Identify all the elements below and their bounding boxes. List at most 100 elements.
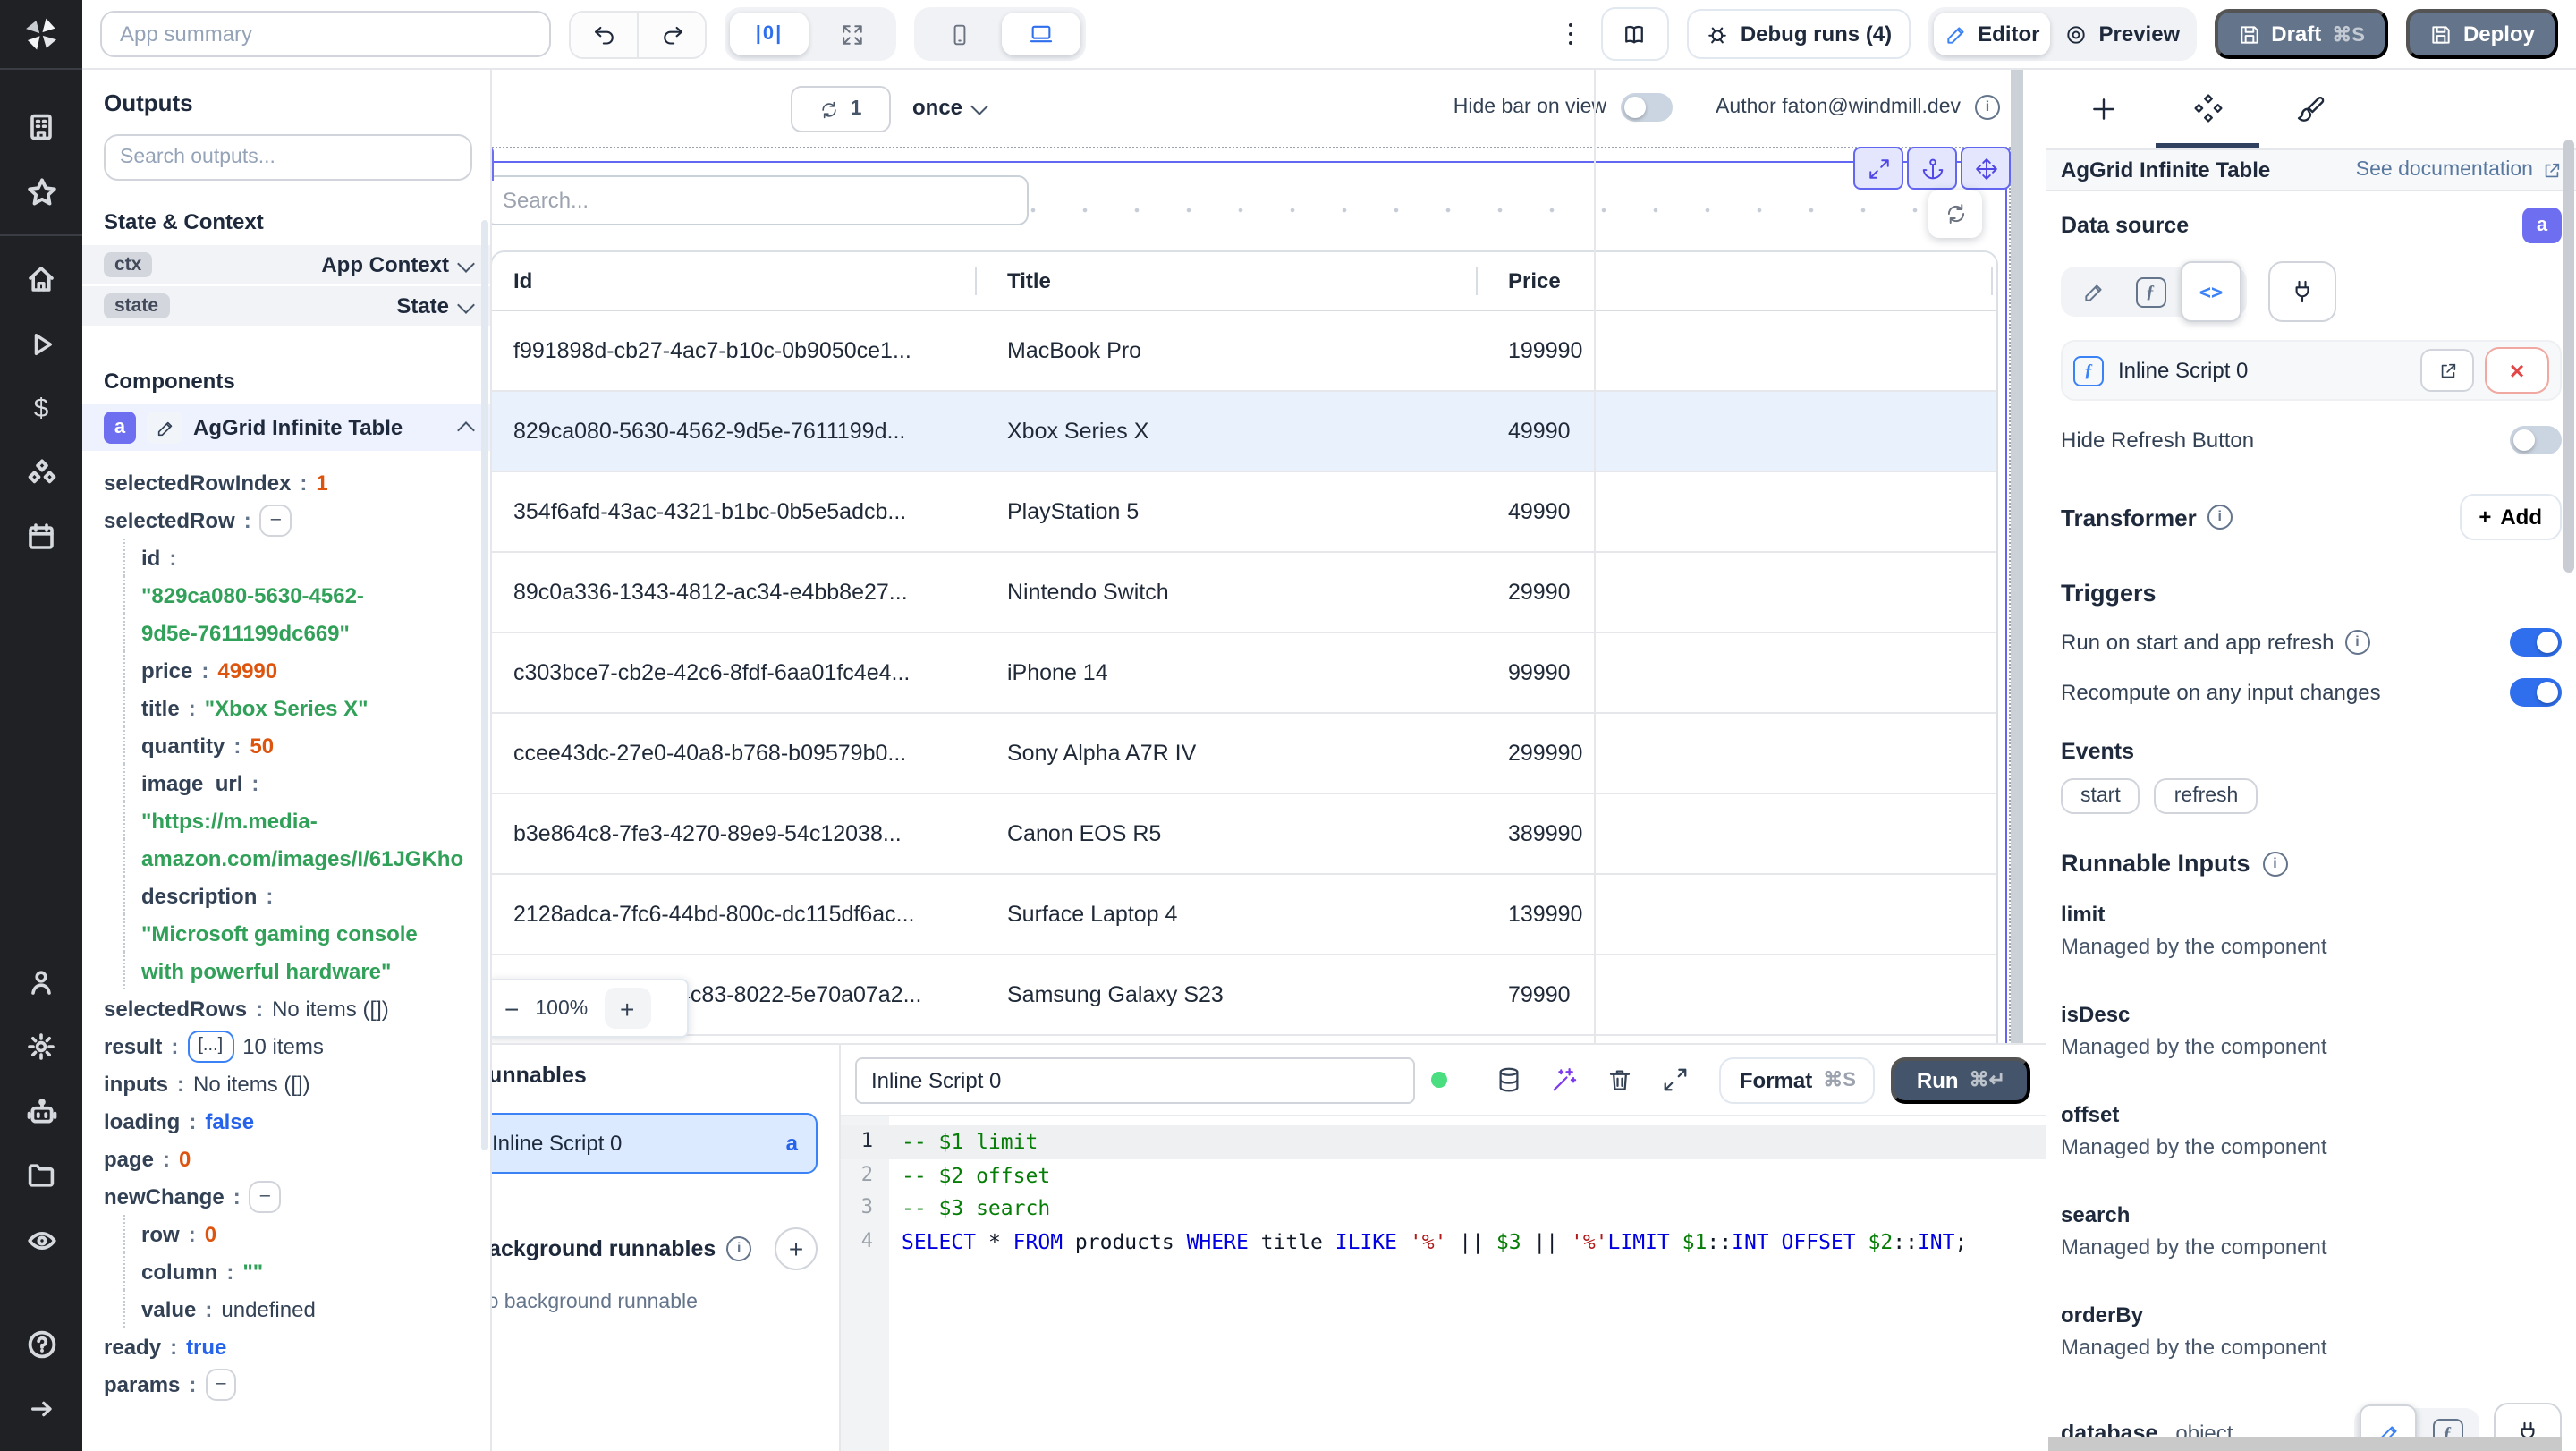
- output-tree-row[interactable]: with powerful hardware": [123, 952, 472, 989]
- windmill-logo-icon[interactable]: [0, 0, 82, 70]
- event-chip-refresh[interactable]: refresh: [2154, 778, 2258, 814]
- center-layout-button[interactable]: |0|: [730, 13, 809, 55]
- run-button[interactable]: Run ⌘↵: [1891, 1056, 2030, 1103]
- app-summary-input[interactable]: [100, 11, 551, 57]
- table-row[interactable]: c303bce7-cb2e-42c6-8fdf-6aa01fc4e4... iPh…: [492, 633, 1996, 714]
- component-expand-button[interactable]: [1853, 147, 1903, 190]
- event-chip-start[interactable]: start: [2061, 778, 2140, 814]
- output-tree-row[interactable]: "829ca080-5630-4562-: [123, 576, 472, 614]
- tab-styling[interactable]: [2275, 68, 2347, 148]
- home-icon[interactable]: [0, 247, 82, 311]
- runnable-mode-button[interactable]: <>: [2181, 261, 2241, 322]
- user-icon[interactable]: [0, 950, 82, 1014]
- output-tree-row[interactable]: image_url:: [123, 764, 472, 802]
- output-tree-row[interactable]: selectedRowIndex:1: [104, 463, 472, 501]
- output-tree-row[interactable]: title: "Xbox Series X": [123, 689, 472, 726]
- output-tree-row[interactable]: id:: [123, 539, 472, 576]
- run-on-start-toggle[interactable]: [2510, 628, 2562, 657]
- component-refresh-button[interactable]: [1928, 190, 1982, 238]
- info-icon[interactable]: i: [2207, 505, 2233, 530]
- tab-editor[interactable]: Editor: [1933, 13, 2051, 55]
- output-tree-row[interactable]: price:49990: [123, 651, 472, 689]
- component-move-button[interactable]: [1961, 147, 2011, 190]
- debug-runs-button[interactable]: Debug runs (4): [1686, 9, 1911, 59]
- mobile-view-button[interactable]: [919, 13, 998, 55]
- output-tree-row[interactable]: result: [...] 10 items: [104, 1027, 472, 1065]
- table-row[interactable]: 829ca080-5630-4562-9d5e-7611199d... Xbox …: [492, 392, 1996, 472]
- deploy-button[interactable]: Deploy: [2405, 9, 2558, 59]
- calendar-icon[interactable]: [0, 505, 82, 569]
- info-icon[interactable]: i: [2262, 851, 2288, 876]
- outputs-search-input[interactable]: [104, 134, 472, 181]
- table-row[interactable]: 89c0a336-1343-4812-ac34-e4bb8e27... Ninte…: [492, 553, 1996, 633]
- settings-horizontal-scrollbar[interactable]: [2048, 1437, 2562, 1451]
- cubes-icon[interactable]: [0, 440, 82, 505]
- static-mode-button[interactable]: [2066, 272, 2120, 311]
- delete-script-button[interactable]: [1599, 1066, 1639, 1093]
- column-header[interactable]: Price: [1476, 268, 1991, 293]
- output-tree-row[interactable]: 9d5e-7611199dc669": [123, 614, 472, 651]
- output-tree-row[interactable]: inputs: No items ([]): [104, 1065, 472, 1102]
- fullwidth-layout-button[interactable]: [812, 13, 891, 55]
- output-tree-row[interactable]: amazon.com/images/I/61JGKho: [123, 839, 472, 877]
- gear-icon[interactable]: [0, 1014, 82, 1079]
- eval-mode-button[interactable]: ƒ: [2123, 272, 2177, 311]
- undo-button[interactable]: [571, 12, 637, 56]
- help-icon[interactable]: [0, 1311, 82, 1376]
- data-source-script-row[interactable]: ƒ Inline Script 0 ×: [2061, 340, 2562, 401]
- schedule-dropdown[interactable]: once: [912, 86, 988, 129]
- output-tree-row[interactable]: loading: false: [104, 1102, 472, 1140]
- ctx-row[interactable]: ctx App Context: [82, 245, 490, 284]
- building-icon[interactable]: [0, 95, 82, 159]
- column-header[interactable]: Title: [975, 268, 1476, 293]
- dollar-icon[interactable]: $: [0, 376, 82, 440]
- table-row[interactable]: b3e864c8-7fe3-4270-89e9-54c12038... Canon…: [492, 794, 1996, 875]
- docs-button[interactable]: [1600, 7, 1669, 61]
- code-line[interactable]: 1 -- $1 limit: [841, 1125, 2046, 1158]
- table-row[interactable]: 2128adca-7fc6-44bd-800c-dc115df6ac... Sur…: [492, 875, 1996, 955]
- output-tree-row[interactable]: selectedRow: –: [104, 501, 472, 539]
- code-line[interactable]: 4 SELECT * FROM products WHERE title ILIK…: [841, 1225, 2046, 1258]
- output-tree-row[interactable]: column: "": [123, 1252, 472, 1290]
- table-search-input[interactable]: [485, 175, 1029, 225]
- output-tree-row[interactable]: row:0: [123, 1215, 472, 1252]
- output-tree-row[interactable]: "Microsoft gaming console: [123, 914, 472, 952]
- hide-refresh-toggle[interactable]: [2510, 426, 2562, 454]
- more-menu-button[interactable]: [1558, 22, 1583, 46]
- settings-scrollbar[interactable]: [2563, 140, 2574, 573]
- add-transformer-button[interactable]: + Add: [2459, 494, 2562, 540]
- code-line[interactable]: 2 -- $2 offset: [841, 1158, 2046, 1192]
- zoom-in-button[interactable]: +: [604, 988, 651, 1029]
- output-tree-row[interactable]: "https://m.media-: [123, 802, 472, 839]
- desktop-view-button[interactable]: [1002, 13, 1080, 55]
- draft-button[interactable]: Draft ⌘S: [2214, 9, 2388, 59]
- code-editor[interactable]: 1 -- $1 limit 2 -- $2 offset 3 -- $3 search 4 S…: [841, 1115, 2046, 1451]
- zoom-out-button[interactable]: −: [504, 994, 519, 1022]
- output-tree-row[interactable]: params: –: [104, 1365, 472, 1403]
- play-icon[interactable]: [0, 311, 82, 376]
- connect-mode-button[interactable]: [2268, 261, 2336, 322]
- remove-script-button[interactable]: ×: [2485, 347, 2549, 394]
- star-icon[interactable]: [0, 159, 82, 224]
- table-row[interactable]: 354f6afd-43ac-4321-b1bc-0b5e5adcb... Play…: [492, 472, 1996, 553]
- state-row[interactable]: state State: [82, 286, 490, 326]
- rename-component-button[interactable]: [147, 412, 182, 444]
- output-tree-row[interactable]: quantity:50: [123, 726, 472, 764]
- outputs-scrollbar[interactable]: [481, 220, 488, 1150]
- format-button[interactable]: Format ⌘S: [1719, 1056, 1876, 1103]
- tab-preview[interactable]: Preview: [2055, 13, 2191, 55]
- component-tree-item[interactable]: a AgGrid Infinite Table: [82, 404, 490, 451]
- canvas-scrollbar[interactable]: [2011, 68, 2023, 1043]
- code-line[interactable]: 3 -- $3 search: [841, 1192, 2046, 1225]
- hide-bar-toggle[interactable]: [1621, 93, 1674, 122]
- output-tree-row[interactable]: page:0: [104, 1140, 472, 1177]
- column-header[interactable]: Id: [492, 268, 975, 293]
- output-tree-row[interactable]: newChange: –: [104, 1177, 472, 1215]
- info-icon[interactable]: i: [2344, 630, 2370, 655]
- output-tree-row[interactable]: ready: true: [104, 1328, 472, 1365]
- open-script-button[interactable]: [2420, 349, 2474, 392]
- script-name-input[interactable]: [855, 1056, 1415, 1103]
- info-icon[interactable]: i: [726, 1236, 752, 1261]
- ai-assistant-button[interactable]: [1544, 1066, 1583, 1093]
- robot-icon[interactable]: [0, 1079, 82, 1143]
